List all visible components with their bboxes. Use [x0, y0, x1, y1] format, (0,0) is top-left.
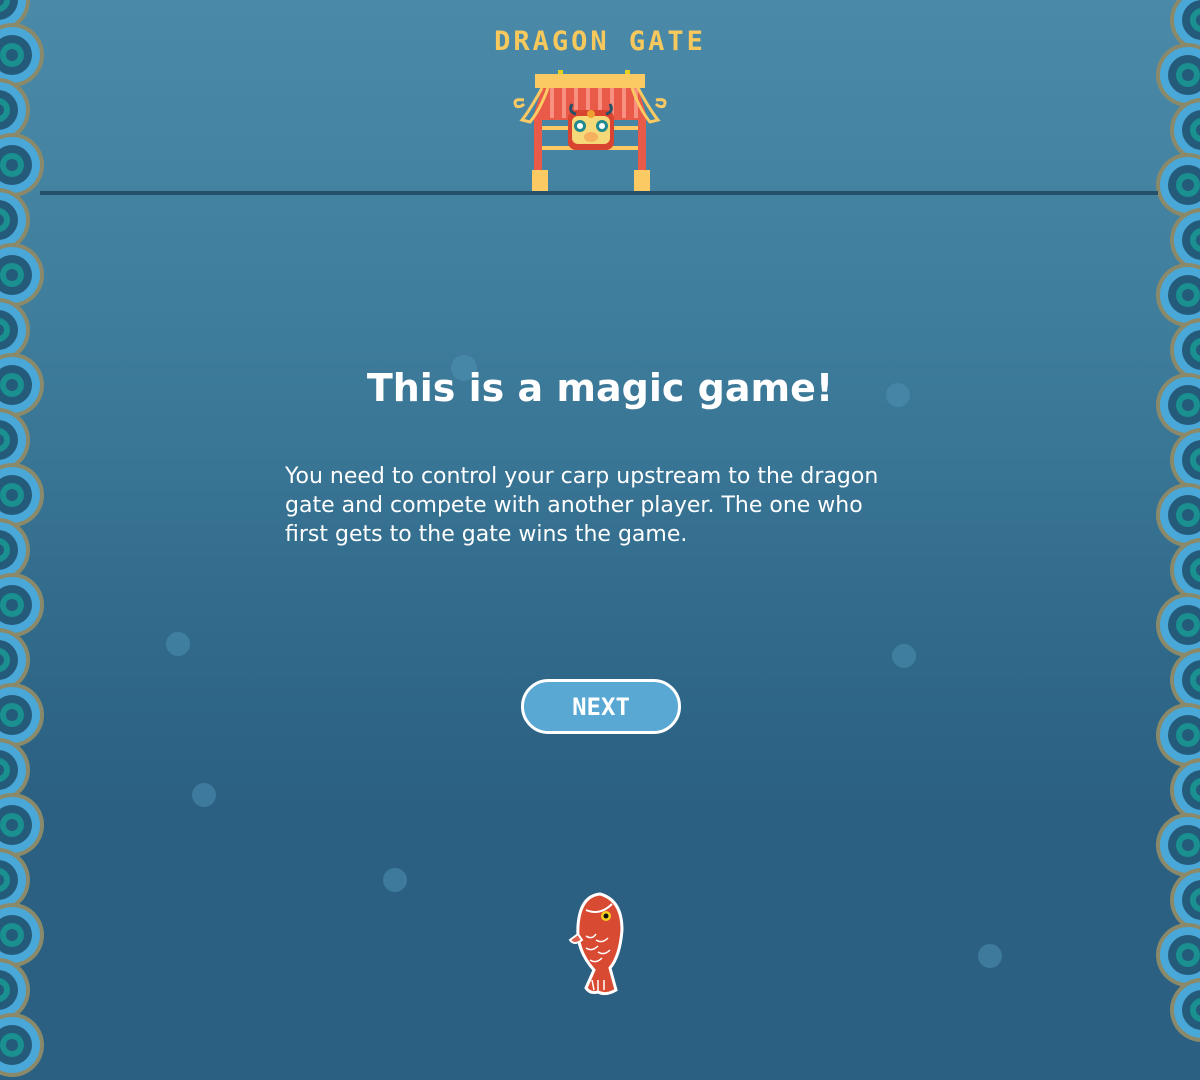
- bubble: [383, 868, 407, 892]
- bubble: [978, 944, 1002, 968]
- wave-scale: [1182, 509, 1194, 521]
- bubble: [892, 644, 916, 668]
- wave-scale: [1182, 949, 1194, 961]
- wave-scale: [1182, 69, 1194, 81]
- wave-scale: [6, 159, 18, 171]
- wave-border-right: [1156, 0, 1200, 1042]
- wave-scale: [1182, 179, 1194, 191]
- wave-scale: [6, 1039, 18, 1051]
- wave-scale: [6, 269, 18, 281]
- wave-scale: [6, 819, 18, 831]
- game-title: DRAGON GATE: [494, 26, 706, 57]
- next-button[interactable]: NEXT: [521, 679, 681, 734]
- carp-icon[interactable]: [566, 890, 630, 1000]
- intro-heading: This is a magic game!: [366, 366, 834, 410]
- wave-scale: [1182, 729, 1194, 741]
- river-line: [40, 191, 1158, 195]
- wave-scale: [1182, 619, 1194, 631]
- bubble: [166, 632, 190, 656]
- wave-scale: [6, 489, 18, 501]
- wave-scale: [6, 929, 18, 941]
- bubble: [192, 783, 216, 807]
- dragon-gate-icon: [513, 70, 667, 192]
- wave-border-left: [0, 0, 44, 1077]
- wave-scale: [6, 709, 18, 721]
- wave-scale: [6, 599, 18, 611]
- wave-scale: [1182, 289, 1194, 301]
- intro-text: You need to control your carp upstream t…: [285, 464, 879, 547]
- wave-scale: [1182, 839, 1194, 851]
